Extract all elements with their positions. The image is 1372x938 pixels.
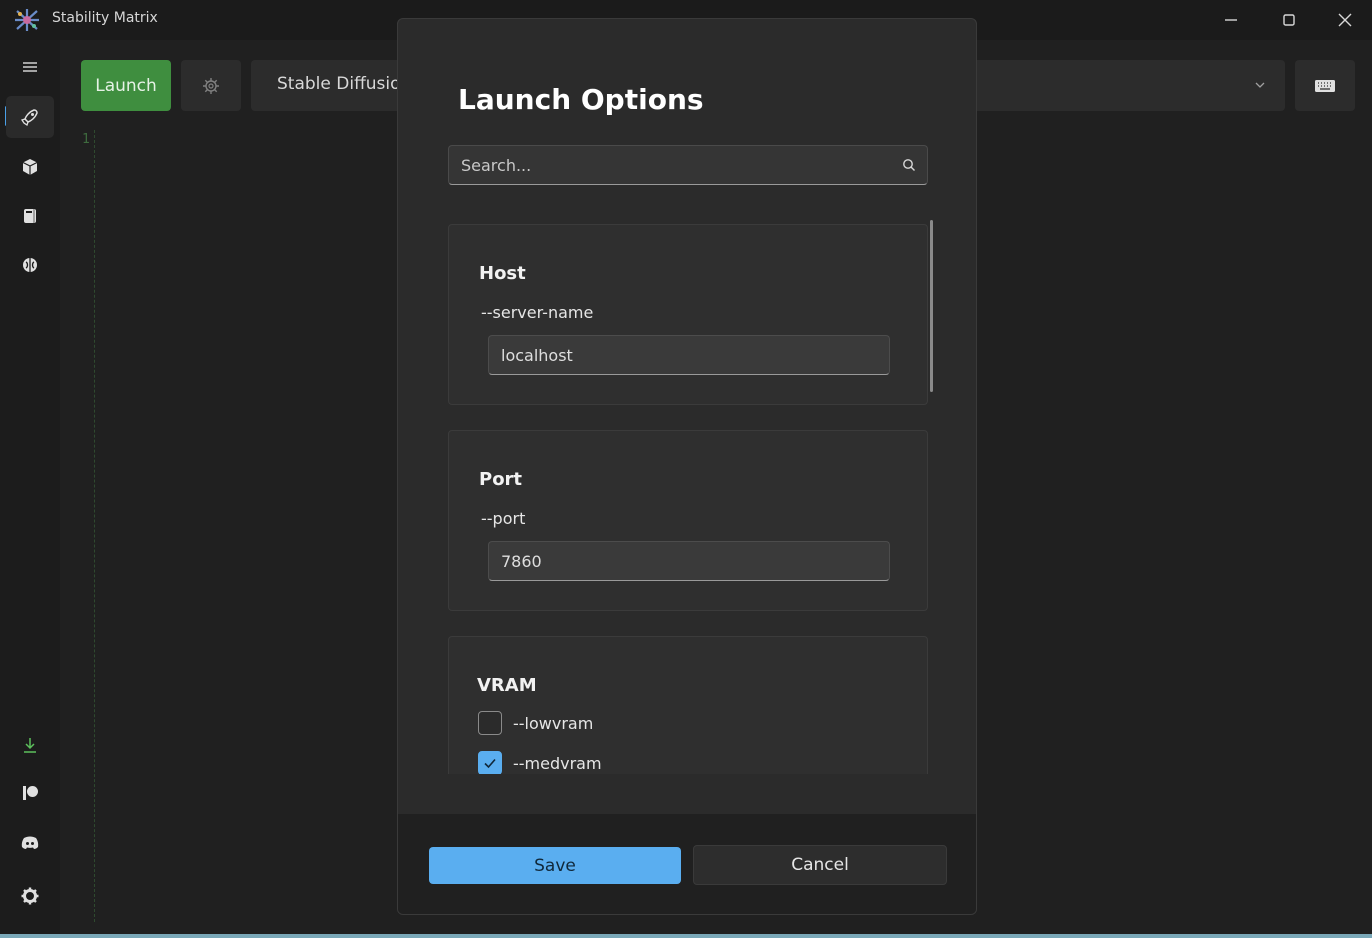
search-input[interactable] <box>449 146 879 184</box>
sidebar-item-patreon[interactable] <box>6 772 54 814</box>
app-logo-icon <box>15 9 39 31</box>
launch-options-dialog: Launch Options Host --server-name Port -… <box>397 18 977 915</box>
brain-icon <box>23 258 37 272</box>
medvram-checkbox[interactable] <box>478 751 502 774</box>
chevron-down-icon <box>1255 82 1265 88</box>
download-icon <box>24 738 36 753</box>
card-flag: --port <box>481 509 526 528</box>
cancel-button[interactable]: Cancel <box>693 845 947 885</box>
checkbox-label: --medvram <box>513 753 602 773</box>
patreon-icon <box>23 786 38 800</box>
menu-icon <box>23 62 37 72</box>
sidebar-item-model-browser[interactable] <box>6 244 54 286</box>
sidebar-menu-button[interactable] <box>6 46 54 88</box>
checkbox-label: --lowvram <box>513 713 594 733</box>
search-box[interactable] <box>448 145 928 185</box>
dialog-title: Launch Options <box>458 83 704 116</box>
search-icon <box>903 159 915 171</box>
scrollbar[interactable] <box>930 220 933 392</box>
sidebar-item-checkpoints[interactable] <box>6 195 54 237</box>
model-icon <box>24 209 36 223</box>
keyboard-icon <box>1315 79 1335 92</box>
sidebar-item-downloads[interactable] <box>6 724 54 766</box>
save-button[interactable]: Save <box>429 847 681 884</box>
card-title: Port <box>479 469 523 490</box>
launch-options-button[interactable] <box>181 60 241 111</box>
option-card-port: Port --port <box>448 430 928 611</box>
card-flag: --server-name <box>481 303 594 322</box>
lowvram-checkbox[interactable] <box>478 711 502 735</box>
minimize-icon <box>1225 19 1237 21</box>
minimize-button[interactable] <box>1202 0 1260 40</box>
console-line-number: 1 <box>82 132 90 147</box>
sidebar-item-settings[interactable] <box>6 875 54 917</box>
close-icon <box>1338 13 1352 27</box>
close-button[interactable] <box>1316 0 1372 40</box>
maximize-icon <box>1283 14 1295 26</box>
sidebar <box>0 40 60 938</box>
keyboard-button[interactable] <box>1295 60 1355 111</box>
app-title: Stability Matrix <box>52 10 158 26</box>
sidebar-item-launch[interactable] <box>6 96 54 138</box>
option-card-host: Host --server-name <box>448 224 928 405</box>
options-scroll-area[interactable]: Host --server-name Port --port VRAM --lo… <box>448 224 940 774</box>
settings-icon <box>21 887 39 905</box>
bottom-strip <box>0 934 1372 938</box>
host-input[interactable] <box>488 335 890 375</box>
launch-button[interactable]: Launch <box>81 60 171 111</box>
sidebar-item-packages[interactable] <box>6 146 54 188</box>
card-title: Host <box>479 263 526 284</box>
gear-icon <box>203 77 219 94</box>
rocket-icon <box>20 109 38 127</box>
console-gutter <box>94 130 95 922</box>
box-icon <box>22 159 38 175</box>
dialog-footer: Save Cancel <box>398 814 976 914</box>
port-input[interactable] <box>488 541 890 581</box>
card-title: VRAM <box>477 675 537 696</box>
package-select-value: Stable Diffusion <box>277 74 412 94</box>
sidebar-item-discord[interactable] <box>6 822 54 864</box>
discord-icon <box>21 836 39 849</box>
checkmark-icon <box>484 758 496 769</box>
option-card-vram: VRAM --lowvram --medvram <box>448 636 928 774</box>
medvram-checkbox-row[interactable]: --medvram <box>478 751 602 774</box>
lowvram-checkbox-row[interactable]: --lowvram <box>478 711 593 735</box>
maximize-button[interactable] <box>1260 0 1318 40</box>
